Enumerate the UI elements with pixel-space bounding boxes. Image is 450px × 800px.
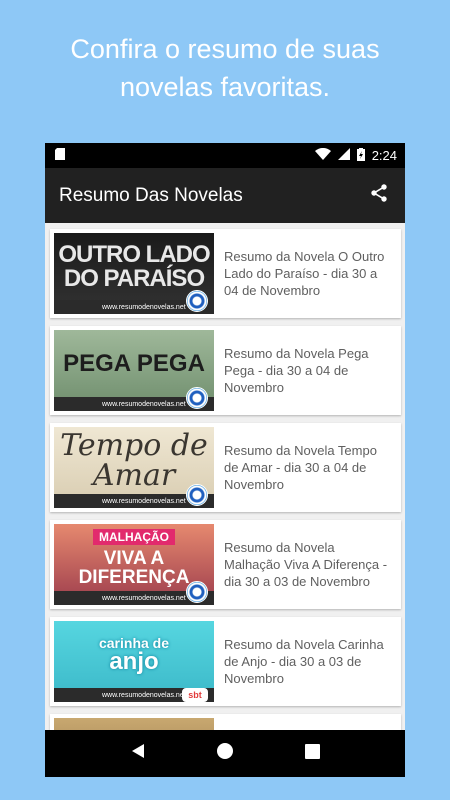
thumbnail-title: anjo <box>109 647 159 675</box>
novela-list: OUTRO LADO DO PARAÍSO www.resumodenovela… <box>45 223 405 777</box>
list-item-text: Resumo da Novela Malhação Viva A Diferen… <box>224 540 388 589</box>
wifi-icon <box>314 147 331 163</box>
promo-caption: Confira o resumo de suas novelas favorit… <box>0 30 450 106</box>
home-icon[interactable] <box>216 742 234 765</box>
novela-thumbnail: PEGA PEGA www.resumodenovelas.net <box>54 330 214 411</box>
signal-icon <box>337 148 350 163</box>
list-item-text: Resumo da Novela Pega Pega - dia 30 a 04… <box>224 346 369 395</box>
list-item-text: Resumo da Novela O Outro Lado do Paraíso… <box>224 249 385 298</box>
promo-line-2: novelas favoritas. <box>119 72 331 102</box>
clock: 2:24 <box>371 148 397 163</box>
list-item[interactable]: OUTRO LADO DO PARAÍSO www.resumodenovela… <box>50 229 401 318</box>
thumbnail-subtitle: MALHAÇÃO <box>93 528 175 545</box>
novela-thumbnail: Tempo de Amar www.resumodenovelas.net <box>54 427 214 508</box>
globo-logo-icon <box>186 484 208 506</box>
app-bar: Resumo Das Novelas <box>45 168 405 223</box>
promo-line-1: Confira o resumo de suas <box>70 34 380 64</box>
share-icon[interactable] <box>369 183 389 208</box>
globo-logo-icon <box>186 581 208 603</box>
thumbnail-title: OUTRO LADO DO PARAÍSO <box>58 240 210 292</box>
navigation-bar <box>45 730 405 777</box>
list-item[interactable]: carinha de anjo www.resumodenovelas.net … <box>50 617 401 706</box>
thumbnail-title-block: carinha de anjo <box>54 621 214 688</box>
list-item[interactable]: MALHAÇÃO VIVA A DIFERENÇA www.resumodeno… <box>50 520 401 609</box>
back-icon[interactable] <box>130 743 146 764</box>
thumbnail-title-block: MALHAÇÃO VIVA A DIFERENÇA <box>54 524 214 591</box>
list-item-text: Resumo da Novela Carinha de Anjo - dia 3… <box>224 637 384 686</box>
thumbnail-title: Tempo de Amar <box>60 427 208 493</box>
battery-charging-icon <box>356 147 365 164</box>
globo-logo-icon <box>186 290 208 312</box>
novela-thumbnail: carinha de anjo www.resumodenovelas.net … <box>54 621 214 702</box>
globo-logo-icon <box>186 387 208 409</box>
thumbnail-title: PEGA PEGA <box>63 349 205 377</box>
recents-icon[interactable] <box>304 743 320 764</box>
list-item[interactable]: Tempo de Amar www.resumodenovelas.net Re… <box>50 423 401 512</box>
phone-screen: 2:24 Resumo Das Novelas OUTRO LADO DO PA… <box>45 143 405 777</box>
thumbnail-title: VIVA A DIFERENÇA <box>78 547 190 588</box>
list-item[interactable]: PEGA PEGA www.resumodenovelas.net Resumo… <box>50 326 401 415</box>
list-item-text: Resumo da Novela Tempo de Amar - dia 30 … <box>224 443 377 492</box>
app-title: Resumo Das Novelas <box>59 184 243 206</box>
novela-thumbnail: MALHAÇÃO VIVA A DIFERENÇA www.resumodeno… <box>54 524 214 605</box>
sd-card-icon <box>55 148 65 163</box>
status-bar: 2:24 <box>45 143 405 168</box>
novela-thumbnail: OUTRO LADO DO PARAÍSO www.resumodenovela… <box>54 233 214 314</box>
sbt-logo-icon: sbt <box>182 688 208 702</box>
